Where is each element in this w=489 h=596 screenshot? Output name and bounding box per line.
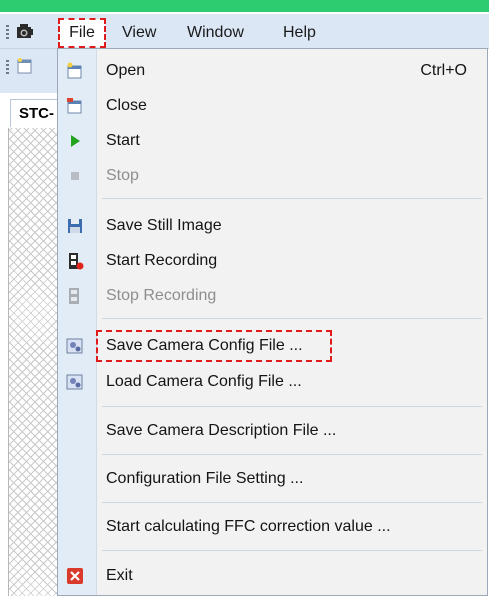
window-top-strip	[0, 0, 489, 12]
menu-file[interactable]: File	[58, 18, 106, 48]
start-label: Start	[106, 132, 140, 149]
image-view-area	[8, 128, 61, 596]
save-camera-description-label: Save Camera Description File ...	[106, 422, 337, 439]
close-icon	[67, 98, 82, 114]
floppy-disk-icon	[68, 219, 82, 233]
play-icon	[71, 135, 80, 147]
exit-icon	[67, 568, 83, 584]
toolbar-grip[interactable]	[6, 60, 9, 76]
menu-help[interactable]: Help	[279, 22, 320, 44]
stop-label: Stop	[106, 167, 139, 184]
open-label: Open	[106, 62, 146, 79]
menu-item-load-camera-config[interactable]: Load Camera Config File ...	[58, 365, 489, 399]
start-recording-label: Start Recording	[106, 252, 218, 269]
menu-item-open[interactable]: Open Ctrl+O	[58, 54, 489, 88]
menu-item-save-camera-description[interactable]: Save Camera Description File ...	[58, 414, 489, 448]
menu-item-close[interactable]: Close	[58, 89, 489, 123]
menu-item-ffc-correction[interactable]: Start calculating FFC correction value .…	[58, 510, 489, 544]
menu-separator	[102, 318, 482, 319]
record-film-icon	[69, 253, 84, 270]
file-dropdown-menu: Open Ctrl+O Close Start Stop Save Still …	[57, 48, 488, 596]
film-icon	[69, 288, 79, 304]
open-icon	[67, 62, 82, 79]
ffc-correction-label: Start calculating FFC correction value .…	[106, 518, 391, 535]
menu-item-configuration-file-setting[interactable]: Configuration File Setting ...	[58, 462, 489, 496]
stop-icon	[71, 172, 79, 180]
menu-separator	[102, 198, 482, 199]
config-load-icon	[66, 374, 83, 390]
open-shortcut: Ctrl+O	[420, 62, 467, 79]
config-save-icon	[66, 338, 83, 354]
menu-item-stop[interactable]: Stop	[58, 159, 489, 193]
menu-separator	[102, 454, 482, 455]
save-still-image-label: Save Still Image	[106, 217, 222, 234]
tab-stc[interactable]: STC-	[10, 99, 58, 127]
save-config-highlight	[96, 330, 332, 362]
menu-window[interactable]: Window	[183, 22, 248, 44]
menu-separator	[102, 502, 482, 503]
close-label: Close	[106, 97, 147, 114]
load-camera-config-label: Load Camera Config File ...	[106, 373, 302, 390]
menu-item-stop-recording[interactable]: Stop Recording	[58, 279, 489, 313]
stop-recording-label: Stop Recording	[106, 287, 217, 304]
menu-item-start[interactable]: Start	[58, 124, 489, 158]
menu-view[interactable]: View	[118, 22, 160, 44]
camera-icon	[17, 24, 33, 38]
menu-item-save-still-image[interactable]: Save Still Image	[58, 209, 489, 243]
menu-item-start-recording[interactable]: Start Recording	[58, 244, 489, 278]
menubar-grip[interactable]	[6, 25, 9, 39]
exit-label: Exit	[106, 567, 133, 584]
new-file-icon[interactable]	[16, 57, 34, 75]
menu-separator	[102, 406, 482, 407]
configuration-file-setting-label: Configuration File Setting ...	[106, 470, 304, 487]
menu-item-exit[interactable]: Exit	[58, 559, 489, 593]
menu-separator	[102, 550, 482, 551]
